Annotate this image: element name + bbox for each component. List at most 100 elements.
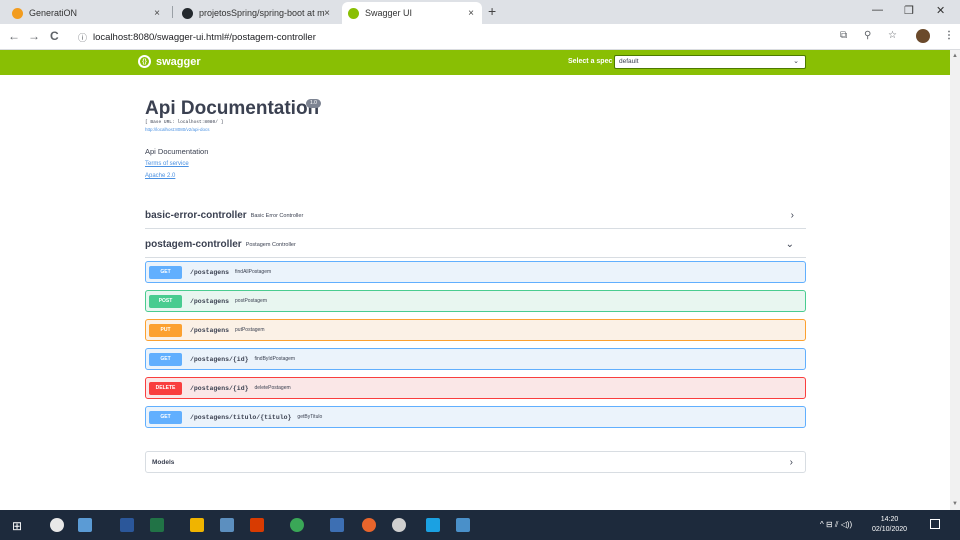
generation-favicon-icon [12, 7, 23, 19]
tab-swagger-ui[interactable]: Swagger UI × [342, 2, 482, 24]
method-badge: DELETE [149, 381, 182, 395]
system-tray[interactable]: ^ ⊟ ⫽ ◁)) [820, 520, 852, 530]
word-icon[interactable] [120, 518, 134, 532]
close-window-button[interactable]: ✕ [936, 4, 945, 17]
swagger-favicon-icon [348, 7, 359, 19]
clock[interactable]: 14:20 02/10/2020 [872, 515, 907, 535]
url-field[interactable]: ⓘ localhost:8080/swagger-ui.html#/postag… [78, 27, 838, 47]
method-badge: GET [149, 410, 182, 424]
chevron-down-icon[interactable]: ⌄ [786, 239, 794, 250]
controller-description: Basic Error Controller [250, 212, 304, 219]
tab-generation[interactable]: GeneratiON × [6, 2, 168, 24]
operation-summary: deletePostagem [254, 385, 291, 391]
swagger-logo-icon: {} [138, 55, 151, 68]
swagger-brand: swagger [156, 55, 201, 68]
browser-tab-strip: GeneratiON × projetosSpring/spring-boot … [0, 0, 960, 24]
maximize-button[interactable]: ❐ [904, 4, 914, 17]
method-badge: GET [149, 352, 182, 366]
chrome-icon[interactable] [50, 518, 64, 532]
swagger-logo[interactable]: {} swagger [138, 55, 201, 68]
terms-of-service-link[interactable]: Terms of service [145, 161, 189, 167]
star-icon[interactable]: ☆ [888, 30, 897, 41]
minimize-button[interactable]: — [872, 4, 883, 16]
spec-select-label: Select a spec [568, 58, 613, 65]
api-description: Api Documentation [145, 147, 209, 156]
profile-avatar[interactable] [916, 29, 930, 43]
operation-post-postagens[interactable]: POST /postagens postPostagem [145, 290, 806, 312]
app-icon[interactable] [250, 518, 264, 532]
app-icon[interactable] [362, 518, 376, 532]
menu-icon[interactable]: ⋮ [944, 30, 954, 41]
spec-select[interactable]: default ⌄ [614, 55, 806, 69]
github-icon [182, 7, 193, 19]
app-icon[interactable] [456, 518, 470, 532]
reload-button[interactable]: C [50, 29, 59, 43]
basic-error-controller-section[interactable]: basic-error-controller Basic Error Contr… [145, 203, 806, 229]
page-title: Api Documentation [145, 98, 320, 119]
models-section[interactable]: Models › [145, 451, 806, 473]
page-scrollbar[interactable]: ▲ ▼ [950, 50, 960, 510]
tab-close-icon[interactable]: × [154, 8, 160, 19]
tab-close-icon[interactable]: × [324, 8, 330, 19]
controller-name: basic-error-controller [145, 210, 247, 221]
tab-close-icon[interactable]: × [468, 8, 474, 19]
operation-summary: findByIdPostagem [254, 356, 296, 362]
base-url: [ Base URL: localhost:8080/ ] [145, 120, 224, 125]
postagem-controller-section[interactable]: postagem-controller Postagem Controller … [145, 232, 806, 258]
api-docs-link[interactable]: http://localhost:8080/v2/api-docs [145, 127, 210, 132]
operation-path: /postagens [190, 297, 230, 305]
chevron-right-icon[interactable]: › [791, 210, 794, 221]
operation-get-postagens-id[interactable]: GET /postagens/{id} findByIdPostagem [145, 348, 806, 370]
app-icon[interactable] [426, 518, 440, 532]
app-icon[interactable] [78, 518, 92, 532]
license-link[interactable]: Apache 2.0 [145, 173, 175, 179]
operation-put-postagens[interactable]: PUT /postagens putPostagem [145, 319, 806, 341]
clock-time: 14:20 [880, 516, 899, 523]
back-button[interactable]: ← [8, 29, 20, 43]
app-icon[interactable] [330, 518, 344, 532]
sticky-notes-icon[interactable] [190, 518, 204, 532]
address-bar: ← → C ⓘ localhost:8080/swagger-ui.html#/… [0, 24, 960, 50]
app-icon[interactable] [392, 518, 406, 532]
operation-summary: putPostagem [235, 327, 265, 333]
url-text: localhost:8080/swagger-ui.html#/postagem… [93, 31, 316, 43]
app-icon[interactable] [290, 518, 304, 532]
scroll-up-icon[interactable]: ▲ [952, 53, 958, 59]
operation-path: /postagens/titulo/{titulo} [190, 413, 292, 421]
tab-title: Swagger UI [365, 8, 413, 18]
new-tab-button[interactable]: + [488, 3, 496, 19]
forward-button[interactable]: → [28, 29, 40, 43]
operation-delete-postagens-id[interactable]: DELETE /postagens/{id} deletePostagem [145, 377, 806, 399]
site-info-icon[interactable]: ⓘ [78, 31, 87, 44]
operation-get-postagens[interactable]: GET /postagens findAllPostagem [145, 261, 806, 283]
controller-name: postagem-controller [145, 239, 242, 250]
operation-get-postagens-titulo[interactable]: GET /postagens/titulo/{titulo} getByTitu… [145, 406, 806, 428]
operation-summary: findAllPostagem [235, 269, 272, 275]
taskbar: ⊞ ^ ⊟ ⫽ ◁)) 14:20 02/10/2020 [0, 510, 960, 540]
operation-path: /postagens/{id} [190, 355, 249, 363]
spec-select-value: default [619, 58, 639, 65]
tab-github[interactable]: projetosSpring/spring-boot at m × [176, 2, 338, 24]
windows-start-icon[interactable]: ⊞ [12, 519, 22, 533]
operation-summary: getByTitulo [297, 414, 323, 420]
chevron-down-icon: ⌄ [793, 58, 799, 65]
translate-icon[interactable]: ⧉ [840, 30, 847, 41]
clock-date: 02/10/2020 [872, 526, 908, 533]
app-icon[interactable] [220, 518, 234, 532]
excel-icon[interactable] [150, 518, 164, 532]
tab-title: projetosSpring/spring-boot at m [199, 8, 325, 18]
tab-title: GeneratiON [29, 8, 78, 18]
notifications-icon[interactable] [930, 519, 940, 529]
method-badge: POST [149, 294, 182, 308]
chevron-right-icon[interactable]: › [790, 457, 793, 468]
operation-path: /postagens/{id} [190, 384, 249, 392]
zoom-icon[interactable]: ⚲ [864, 30, 871, 41]
tab-divider [172, 6, 173, 18]
version-badge: 1.0 [306, 99, 321, 108]
method-badge: GET [149, 265, 182, 279]
controller-description: Postagem Controller [245, 241, 296, 248]
models-label: Models [152, 458, 175, 466]
scroll-down-icon[interactable]: ▼ [952, 501, 958, 507]
method-badge: PUT [149, 323, 182, 337]
operation-path: /postagens [190, 326, 230, 334]
